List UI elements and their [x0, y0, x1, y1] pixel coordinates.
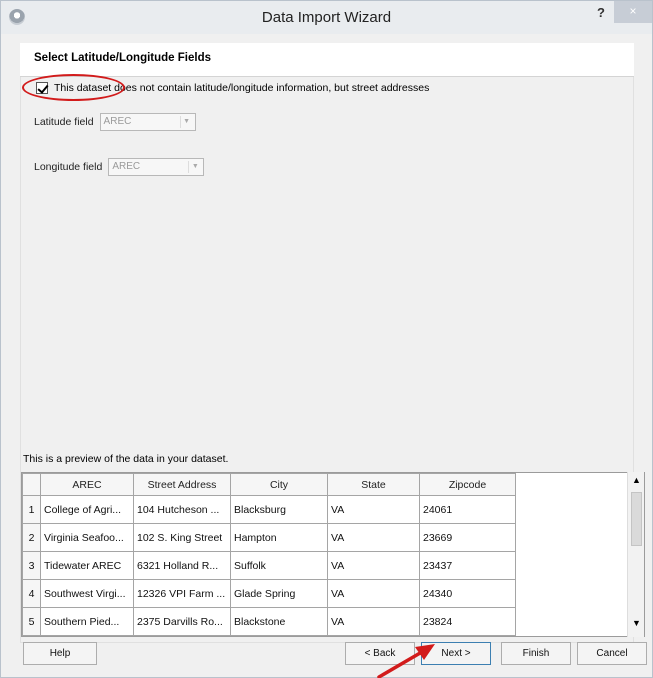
finish-button[interactable]: Finish [501, 642, 571, 665]
data-preview-grid[interactable]: AREC Street Address City State Zipcode 1… [21, 472, 645, 637]
latitude-field-value: AREC [103, 116, 132, 127]
close-icon: × [629, 4, 637, 18]
chevron-down-icon[interactable]: ▼ [179, 116, 193, 128]
table-row[interactable]: 4 Southwest Virgi... 12326 VPI Farm ... … [22, 579, 516, 608]
cell-city[interactable]: Blackstone [230, 607, 328, 636]
scroll-up-icon[interactable]: ▲ [630, 475, 643, 489]
cell-state[interactable]: VA [327, 551, 420, 580]
cell-zip[interactable]: 23824 [419, 607, 516, 636]
cell-city[interactable]: Hampton [230, 523, 328, 552]
row-number-header [22, 473, 41, 496]
cell-state[interactable]: VA [327, 523, 420, 552]
cell-street[interactable]: 12326 VPI Farm ... [133, 579, 231, 608]
column-header[interactable]: State [327, 473, 420, 496]
column-header[interactable]: Street Address [133, 473, 231, 496]
cell-city[interactable]: Blacksburg [230, 495, 328, 524]
preview-label: This is a preview of the data in your da… [23, 453, 229, 465]
scroll-thumb[interactable] [631, 492, 642, 546]
grid-header-row: AREC Street Address City State Zipcode [22, 473, 516, 496]
longitude-field-label: Longitude field [34, 161, 103, 173]
cell-street[interactable]: 2375 Darvills Ro... [133, 607, 231, 636]
cell-city[interactable]: Glade Spring [230, 579, 328, 608]
cell-arec[interactable]: Southern Pied... [40, 607, 134, 636]
help-title-button[interactable]: ? [590, 5, 612, 23]
table-row[interactable]: 1 College of Agri... 104 Hutcheson ... B… [22, 495, 516, 524]
cell-street[interactable]: 104 Hutcheson ... [133, 495, 231, 524]
wizard-header: Select Latitude/Longitude Fields [20, 43, 634, 77]
table-row[interactable]: 2 Virginia Seafoo... 102 S. King Street … [22, 523, 516, 552]
cell-state[interactable]: VA [327, 607, 420, 636]
help-button[interactable]: Help [23, 642, 97, 665]
cell-arec[interactable]: Southwest Virgi... [40, 579, 134, 608]
cell-zip[interactable]: 24061 [419, 495, 516, 524]
cell-zip[interactable]: 24340 [419, 579, 516, 608]
cell-state[interactable]: VA [327, 495, 420, 524]
cell-street[interactable]: 102 S. King Street [133, 523, 231, 552]
longitude-field-row: Longitude field AREC ▼ [34, 158, 205, 176]
column-header[interactable]: City [230, 473, 328, 496]
title-bar: Data Import Wizard ? × [1, 1, 652, 34]
row-number: 1 [22, 495, 41, 524]
page-title: Select Latitude/Longitude Fields [34, 52, 211, 64]
table-row[interactable]: 3 Tidewater AREC 6321 Holland R... Suffo… [22, 551, 516, 580]
cell-arec[interactable]: Virginia Seafoo... [40, 523, 134, 552]
cell-zip[interactable]: 23437 [419, 551, 516, 580]
cell-street[interactable]: 6321 Holland R... [133, 551, 231, 580]
longitude-field-value: AREC [112, 161, 141, 172]
cell-arec[interactable]: College of Agri... [40, 495, 134, 524]
vertical-scrollbar[interactable]: ▲ ▼ [627, 472, 644, 637]
row-number: 2 [22, 523, 41, 552]
row-number: 5 [22, 607, 41, 636]
column-header[interactable]: Zipcode [419, 473, 516, 496]
cancel-button[interactable]: Cancel [577, 642, 647, 665]
red-highlight-ellipse [22, 74, 125, 101]
latitude-field-label: Latitude field [34, 116, 94, 128]
column-header[interactable]: AREC [40, 473, 134, 496]
data-import-wizard-window: Data Import Wizard ? × Select Latitude/L… [0, 0, 653, 678]
close-button[interactable]: × [614, 1, 652, 23]
cell-zip[interactable]: 23669 [419, 523, 516, 552]
cell-state[interactable]: VA [327, 579, 420, 608]
row-number: 4 [22, 579, 41, 608]
cell-arec[interactable]: Tidewater AREC [40, 551, 134, 580]
cell-city[interactable]: Suffolk [230, 551, 328, 580]
longitude-field-select[interactable]: AREC ▼ [108, 158, 205, 176]
latitude-field-select[interactable]: AREC ▼ [99, 113, 196, 131]
table-row[interactable]: 5 Southern Pied... 2375 Darvills Ro... B… [22, 607, 516, 636]
scroll-down-icon[interactable]: ▼ [630, 618, 643, 632]
window-title: Data Import Wizard [261, 9, 392, 26]
row-number: 3 [22, 551, 41, 580]
chevron-down-icon[interactable]: ▼ [188, 161, 201, 173]
latitude-field-row: Latitude field AREC ▼ [34, 113, 196, 131]
red-arrow-icon [377, 644, 435, 678]
